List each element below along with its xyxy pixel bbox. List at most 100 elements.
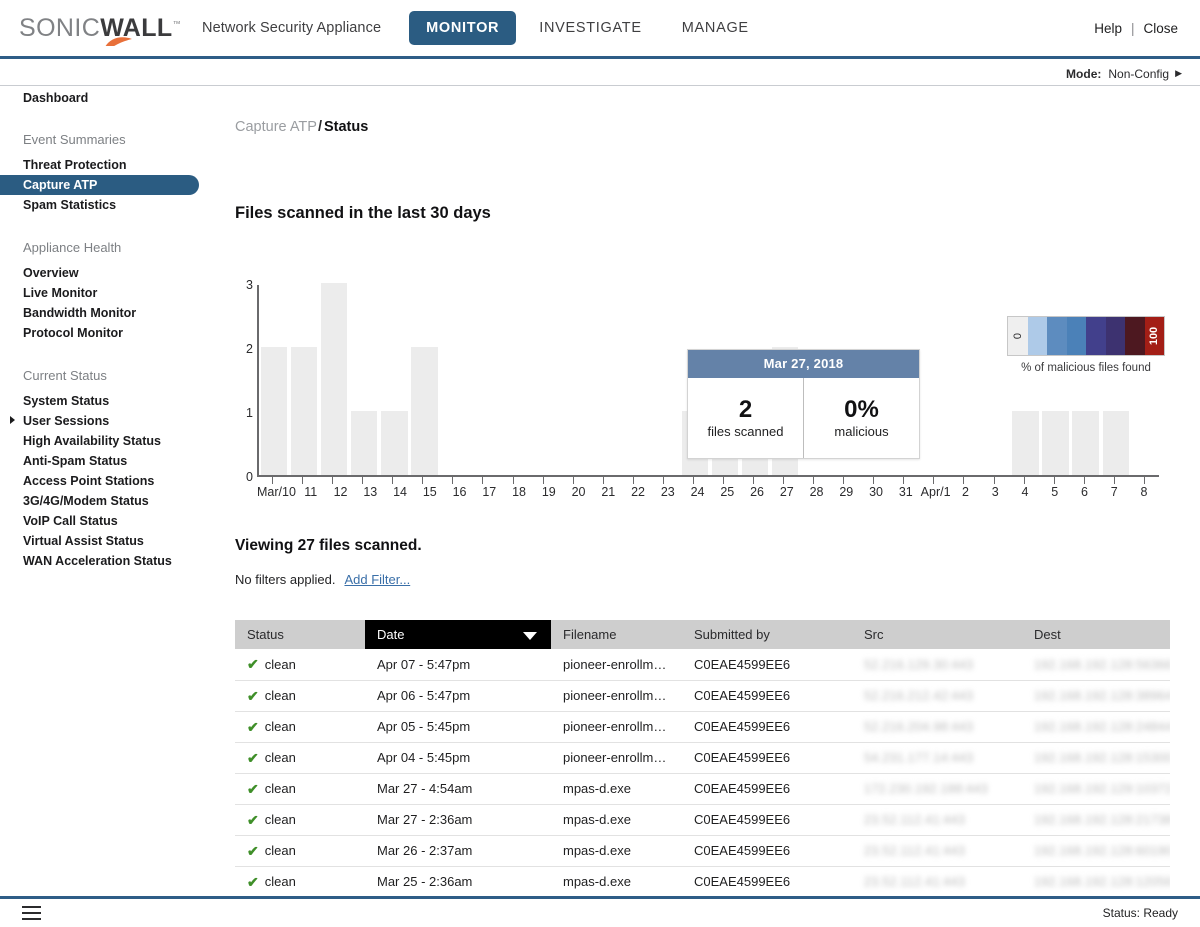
chart-bar-cell[interactable]	[1041, 283, 1071, 475]
hamburger-menu-icon[interactable]	[22, 906, 41, 920]
nav-tab-manage[interactable]: MANAGE	[665, 11, 766, 45]
chart-bar-cell[interactable]	[950, 283, 980, 475]
chart-x-label: 6	[1070, 485, 1100, 503]
app-header: SONICWALL™ Network Security Appliance MO…	[0, 0, 1200, 59]
chart-bar-cell[interactable]	[590, 283, 620, 475]
sidebar-item-virtual-assist-status[interactable]: Virtual Assist Status	[0, 531, 222, 551]
table-row[interactable]: ✔cleanMar 27 - 2:36ammpas-d.exeC0EAE4599…	[235, 804, 1170, 835]
table-row[interactable]: ✔cleanApr 05 - 5:45pmpioneer-enrollm…C0E…	[235, 711, 1170, 742]
column-header-submitted-by[interactable]: Submitted by	[682, 620, 852, 649]
cell-src: 52.216.129.30:443	[852, 649, 1022, 680]
sidebar-item-high-availability-status[interactable]: High Availability Status	[0, 431, 222, 451]
chart-bar-cell[interactable]	[500, 283, 530, 475]
redacted-value: 192.168.192.128:24844	[1034, 720, 1170, 734]
legend-swatch-7: 100	[1145, 317, 1165, 355]
cell-dest: 192.168.192.128:12056	[1022, 866, 1170, 897]
sort-descending-icon[interactable]	[523, 632, 537, 640]
chart-bar[interactable]	[261, 347, 287, 475]
chart-bar-cell[interactable]	[319, 283, 349, 475]
sidebar-item-spam-statistics[interactable]: Spam Statistics	[0, 195, 222, 215]
chart-tooltip: Mar 27, 2018 2 files scanned 0% maliciou…	[687, 349, 920, 459]
chart-bar-cell[interactable]	[1131, 283, 1161, 475]
cell-date: Apr 07 - 5:47pm	[365, 649, 551, 680]
chart-bar-cell[interactable]	[920, 283, 950, 475]
cell-status: ✔clean	[235, 680, 365, 711]
chart-x-tick	[798, 477, 828, 484]
column-header-dest[interactable]: Dest	[1022, 620, 1170, 649]
chart-x-label: 4	[1010, 485, 1040, 503]
chart-bar-cell[interactable]	[650, 283, 680, 475]
chart-bar[interactable]	[381, 411, 407, 475]
column-header-filename[interactable]: Filename	[551, 620, 682, 649]
sidebar-item-threat-protection[interactable]: Threat Protection	[0, 155, 222, 175]
sidebar-item-anti-spam-status[interactable]: Anti-Spam Status	[0, 451, 222, 471]
chart-bar[interactable]	[411, 347, 437, 475]
sidebar-item-system-status[interactable]: System Status	[0, 391, 222, 411]
cell-filename: mpas-d.exe	[551, 866, 682, 897]
sidebar-item-wan-acceleration-status[interactable]: WAN Acceleration Status	[0, 551, 222, 571]
chart-bar-cell[interactable]	[349, 283, 379, 475]
chart-bar[interactable]	[1103, 411, 1129, 475]
chart-bar[interactable]	[1072, 411, 1098, 475]
sidebar-item-capture-atp[interactable]: Capture ATP	[0, 175, 199, 195]
chart-x-tick	[437, 477, 467, 484]
chart-bar-cell[interactable]	[259, 283, 289, 475]
chart-bar[interactable]	[1012, 411, 1038, 475]
table-row[interactable]: ✔cleanMar 27 - 4:54ammpas-d.exeC0EAE4599…	[235, 773, 1170, 804]
sidebar-item-voip-call-status[interactable]: VoIP Call Status	[0, 511, 222, 531]
nav-tab-investigate[interactable]: INVESTIGATE	[522, 11, 659, 45]
chart-y-tick-1: 1	[246, 406, 253, 420]
sidebar-item-protocol-monitor[interactable]: Protocol Monitor	[0, 323, 222, 343]
column-header-date[interactable]: Date	[365, 620, 551, 649]
mode-value[interactable]: Non-Config	[1108, 67, 1169, 81]
chevron-right-icon[interactable]: ▶	[1175, 68, 1182, 79]
sidebar-item-access-point-stations[interactable]: Access Point Stations	[0, 471, 222, 491]
sonicwall-logo: SONICWALL™	[19, 16, 181, 41]
chart-bar-cell[interactable]	[409, 283, 439, 475]
chart-bar-cell[interactable]	[379, 283, 409, 475]
chart-bar-cell[interactable]	[439, 283, 469, 475]
chart-x-tick	[1129, 477, 1159, 484]
table-row[interactable]: ✔cleanApr 07 - 5:47pmpioneer-enrollm…C0E…	[235, 649, 1170, 680]
chart-bar-cell[interactable]	[620, 283, 650, 475]
column-header-status[interactable]: Status	[235, 620, 365, 649]
sidebar-item-live-monitor[interactable]: Live Monitor	[0, 283, 222, 303]
column-header-src[interactable]: Src	[852, 620, 1022, 649]
chart-bar-cell[interactable]	[289, 283, 319, 475]
sidebar-group-appliance-health: Appliance Health	[0, 239, 222, 256]
table-row[interactable]: ✔cleanApr 04 - 5:45pmpioneer-enrollm…C0E…	[235, 742, 1170, 773]
table-row[interactable]: ✔cleanMar 25 - 2:36ammpas-d.exeC0EAE4599…	[235, 866, 1170, 897]
table-row[interactable]: ✔cleanApr 06 - 5:47pmpioneer-enrollm…C0E…	[235, 680, 1170, 711]
redacted-value: 192.168.192.128:38964	[1034, 689, 1170, 703]
chart-bar-cell[interactable]	[1101, 283, 1131, 475]
add-filter-link[interactable]: Add Filter...	[344, 572, 410, 587]
expand-triangle-icon[interactable]	[10, 416, 15, 424]
sidebar-item-user-sessions[interactable]: User Sessions	[0, 411, 222, 431]
chart-bar-cell[interactable]	[530, 283, 560, 475]
chart-y-tick-2: 2	[246, 342, 253, 356]
chart-bar[interactable]	[351, 411, 377, 475]
chart-bar[interactable]	[1042, 411, 1068, 475]
table-row[interactable]: ✔cleanMar 26 - 2:37ammpas-d.exeC0EAE4599…	[235, 835, 1170, 866]
close-link[interactable]: Close	[1143, 21, 1178, 36]
chart-x-label: 11	[296, 485, 326, 503]
chart-x-tick	[979, 477, 1009, 484]
sidebar-item-overview[interactable]: Overview	[0, 263, 222, 283]
nav-tab-monitor[interactable]: MONITOR	[409, 11, 516, 45]
help-link[interactable]: Help	[1094, 21, 1122, 36]
chart-bar[interactable]	[321, 283, 347, 475]
viewing-count-title: Viewing 27 files scanned.	[235, 537, 422, 555]
status-badge: clean	[265, 843, 296, 858]
chart-bar-cell[interactable]	[981, 283, 1011, 475]
chart-bar-cell[interactable]	[1011, 283, 1041, 475]
sidebar-item-3g-4g-modem-status[interactable]: 3G/4G/Modem Status	[0, 491, 222, 511]
breadcrumb-parent[interactable]: Capture ATP	[235, 119, 317, 135]
sidebar-item-dashboard[interactable]: Dashboard	[0, 89, 222, 107]
chart-bar-cell[interactable]	[1071, 283, 1101, 475]
cell-date: Mar 27 - 4:54am	[365, 773, 551, 804]
chart-bar-cell[interactable]	[469, 283, 499, 475]
sidebar-item-bandwidth-monitor[interactable]: Bandwidth Monitor	[0, 303, 222, 323]
chart-bar[interactable]	[291, 347, 317, 475]
chart-bar-cell[interactable]	[560, 283, 590, 475]
chart-x-tick	[888, 477, 918, 484]
